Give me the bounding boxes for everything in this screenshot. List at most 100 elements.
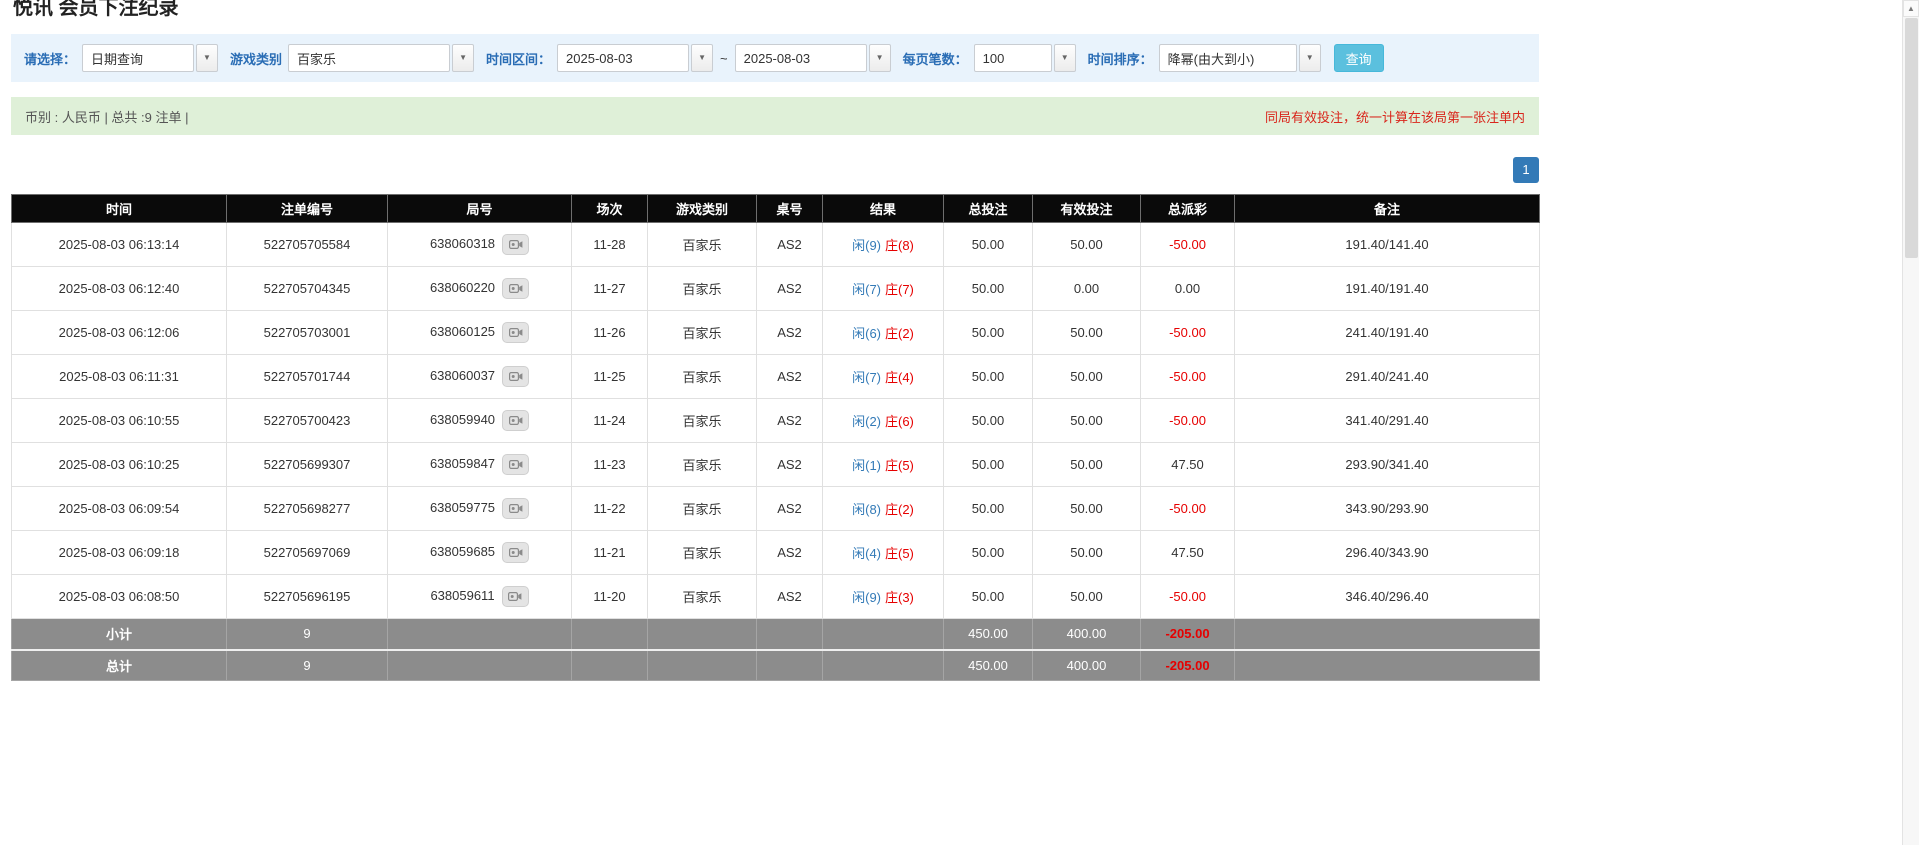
cell-session: 11-21 xyxy=(571,530,648,575)
cell-valid-bet: 50.00 xyxy=(1032,530,1141,575)
footer-empty-cell xyxy=(756,618,823,650)
video-camera-icon[interactable] xyxy=(502,410,530,431)
result-banker: 庄(7) xyxy=(885,282,914,297)
cell-total-bet[interactable]: 50.00 xyxy=(943,222,1033,267)
footer-empty-cell xyxy=(571,618,648,650)
scroll-thumb[interactable] xyxy=(1905,18,1918,258)
cell-total-bet[interactable]: 50.00 xyxy=(943,530,1033,575)
cell-game-type: 百家乐 xyxy=(647,442,757,487)
cell-result: 闲(7) 庄(4) xyxy=(822,354,944,399)
cell-table-id: AS2 xyxy=(756,442,823,487)
table-row: 2025-08-03 06:09:54 522705698277 6380597… xyxy=(11,486,1540,531)
subtotal-label: 小计 xyxy=(11,618,227,650)
table-row: 2025-08-03 06:12:40 522705704345 6380602… xyxy=(11,266,1540,311)
time-sort-caret-button[interactable]: ▼ xyxy=(1298,44,1321,72)
result-banker: 庄(8) xyxy=(885,238,914,253)
cell-time: 2025-08-03 06:11:31 xyxy=(11,354,227,399)
cell-round-id: 638060220 xyxy=(387,266,572,311)
chevron-down-icon: ▼ xyxy=(459,53,467,62)
page-title: 悦讯 会员下注纪录 xyxy=(13,0,179,19)
subtotal-valid-bet: 400.00 xyxy=(1032,618,1141,650)
page-button-1[interactable]: 1 xyxy=(1513,157,1539,183)
date-from-caret-button[interactable]: ▼ xyxy=(691,44,714,72)
time-sort-input[interactable] xyxy=(1158,44,1297,72)
cell-round-id: 638059847 xyxy=(387,442,572,487)
footer-empty-cell xyxy=(647,648,757,681)
result-banker: 庄(6) xyxy=(885,414,914,429)
chevron-down-icon: ▼ xyxy=(875,53,884,62)
cell-remark: 346.40/296.40 xyxy=(1234,574,1540,619)
cell-payout: -50.00 xyxy=(1140,222,1235,267)
select-type-combobox: ▼ xyxy=(82,44,219,72)
game-type-combobox: ▼ xyxy=(288,44,475,72)
cell-bet-id: 522705697069 xyxy=(226,530,388,575)
result-banker: 庄(5) xyxy=(885,458,914,473)
video-camera-icon[interactable] xyxy=(502,498,530,519)
video-camera-icon[interactable] xyxy=(502,278,530,299)
date-from-input[interactable] xyxy=(557,44,690,72)
cell-session: 11-28 xyxy=(571,222,648,267)
cell-session: 11-23 xyxy=(571,442,648,487)
cell-game-type: 百家乐 xyxy=(647,530,757,575)
footer-empty-cell xyxy=(1234,618,1540,650)
footer-empty-cell xyxy=(1234,648,1540,681)
cell-valid-bet: 50.00 xyxy=(1032,442,1141,487)
cell-bet-id: 522705700423 xyxy=(226,398,388,443)
cell-total-bet[interactable]: 50.00 xyxy=(943,486,1033,531)
date-to-input[interactable] xyxy=(734,44,867,72)
cell-table-id: AS2 xyxy=(756,222,823,267)
time-sort-label: 时间排序： xyxy=(1087,51,1153,67)
result-player: 闲(6) xyxy=(852,326,881,341)
result-player: 闲(2) xyxy=(852,414,881,429)
video-camera-icon[interactable] xyxy=(502,454,530,475)
select-type-caret-button[interactable]: ▼ xyxy=(196,44,219,72)
result-player: 闲(8) xyxy=(852,502,881,517)
cell-valid-bet: 0.00 xyxy=(1032,266,1141,311)
cell-table-id: AS2 xyxy=(756,398,823,443)
search-button[interactable]: 查询 xyxy=(1333,44,1384,72)
cell-total-bet[interactable]: 50.00 xyxy=(943,574,1033,619)
col-header-payout: 总派彩 xyxy=(1140,194,1235,223)
filter-bar: 请选择： ▼ 游戏类别 ▼ 时间区间： ▼ ~ ▼ 每页笔数： ▼ 时间排序： … xyxy=(11,34,1539,82)
cell-session: 11-27 xyxy=(571,266,648,311)
cell-total-bet[interactable]: 50.00 xyxy=(943,442,1033,487)
game-type-input[interactable] xyxy=(288,44,451,72)
total-payout: -205.00 xyxy=(1140,648,1235,681)
game-type-caret-button[interactable]: ▼ xyxy=(452,44,475,72)
cell-valid-bet: 50.00 xyxy=(1032,222,1141,267)
video-camera-icon[interactable] xyxy=(502,542,530,563)
cell-total-bet[interactable]: 50.00 xyxy=(943,398,1033,443)
result-player: 闲(9) xyxy=(852,590,881,605)
scroll-up-icon[interactable]: ▲ xyxy=(1903,0,1919,17)
cell-bet-id: 522705699307 xyxy=(226,442,388,487)
video-camera-icon[interactable] xyxy=(501,586,529,607)
page-size-input[interactable] xyxy=(973,44,1052,72)
video-camera-icon[interactable] xyxy=(502,234,530,255)
select-type-input[interactable] xyxy=(82,44,195,72)
footer-empty-cell xyxy=(387,648,572,681)
cell-total-bet[interactable]: 50.00 xyxy=(943,354,1033,399)
cell-total-bet[interactable]: 50.00 xyxy=(943,310,1033,355)
video-camera-icon[interactable] xyxy=(502,366,530,387)
cell-session: 11-20 xyxy=(571,574,648,619)
cell-result: 闲(9) 庄(8) xyxy=(822,222,944,267)
cell-game-type: 百家乐 xyxy=(647,310,757,355)
cell-result: 闲(8) 庄(2) xyxy=(822,486,944,531)
cell-remark: 341.40/291.40 xyxy=(1234,398,1540,443)
summary-bar: 币别 : 人民币 | 总共 :9 注单 | 同局有效投注，统一计算在该局第一张注… xyxy=(11,97,1539,135)
time-range-label: 时间区间： xyxy=(486,51,552,67)
cell-round-id: 638060125 xyxy=(387,310,572,355)
page-size-caret-button[interactable]: ▼ xyxy=(1053,44,1076,72)
cell-total-bet[interactable]: 50.00 xyxy=(943,266,1033,311)
table-row: 2025-08-03 06:10:25 522705699307 6380598… xyxy=(11,442,1540,487)
page-scrollbar[interactable]: ▲ xyxy=(1902,0,1919,845)
cell-remark: 291.40/241.40 xyxy=(1234,354,1540,399)
cell-payout: -50.00 xyxy=(1140,354,1235,399)
cell-result: 闲(6) 庄(2) xyxy=(822,310,944,355)
result-player: 闲(9) xyxy=(852,238,881,253)
cell-result: 闲(9) 庄(3) xyxy=(822,574,944,619)
date-to-caret-button[interactable]: ▼ xyxy=(868,44,891,72)
col-header-game-type: 游戏类别 xyxy=(647,194,757,223)
video-camera-icon[interactable] xyxy=(502,322,530,343)
result-player: 闲(1) xyxy=(852,458,881,473)
